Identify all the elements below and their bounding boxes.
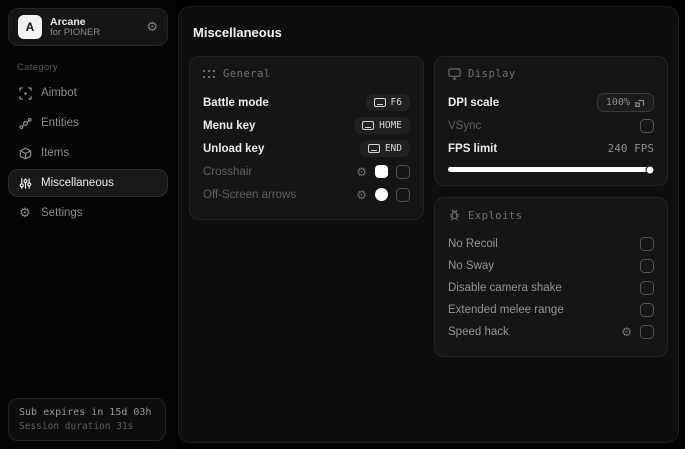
sidebar-item-label: Settings (41, 207, 83, 219)
setting-label: Unload key (203, 142, 265, 155)
setting-row-no-sway: No Sway (448, 255, 654, 277)
keyboard-icon (367, 144, 380, 153)
sidebar-item-miscellaneous[interactable]: Miscellaneous (8, 169, 168, 197)
sidebar-item-settings[interactable]: ⚙ Settings (8, 199, 168, 227)
keyboard-icon (362, 121, 375, 130)
setting-row-battle-mode: Battle mode F6 (203, 91, 410, 114)
keybind-badge[interactable]: HOME (354, 117, 410, 134)
sidebar-item-entities[interactable]: Entities (8, 109, 168, 137)
setting-label: FPS limit (448, 142, 498, 155)
setting-label: Extended melee range (448, 304, 564, 316)
setting-row-no-recoil: No Recoil (448, 233, 654, 255)
setting-row-vsync: VSync (448, 114, 654, 137)
sidebar-item-label: Miscellaneous (41, 177, 114, 189)
fps-limit-slider[interactable] (448, 165, 655, 174)
sidebar-item-items[interactable]: Items (8, 139, 168, 167)
disable-camera-shake-checkbox[interactable] (640, 281, 654, 295)
grid-dots-icon (203, 69, 216, 79)
setting-row-speed-hack: Speed hack ⚙ (448, 321, 654, 343)
setting-label: No Sway (448, 260, 495, 272)
card-title: Display (468, 68, 516, 80)
sidebar-item-label: Aimbot (41, 87, 77, 99)
sliders-icon (18, 176, 32, 190)
keybind-badge[interactable]: F6 (365, 94, 410, 111)
setting-row-offscreen-arrows: Off-Screen arrows ⚙ (203, 183, 410, 206)
gear-icon[interactable]: ⚙ (356, 189, 367, 201)
setting-label: VSync (448, 119, 482, 132)
sidebar-item-label: Entities (41, 117, 79, 129)
setting-label: DPI scale (448, 96, 500, 109)
app-logo: A (18, 15, 42, 39)
color-swatch[interactable] (375, 165, 388, 178)
category-label: Category (17, 62, 58, 73)
gear-icon: ⚙ (19, 205, 31, 221)
sidebar-nav: Aimbot Entities Items Miscellaneous ⚙ Se… (8, 79, 168, 227)
color-swatch[interactable] (375, 188, 388, 201)
setting-label: Battle mode (203, 96, 269, 109)
page-title: Miscellaneous (193, 25, 282, 40)
fps-limit-value: 240 FPS (607, 142, 654, 155)
monitor-icon (448, 68, 461, 80)
sidebar: A Arcane for PIONER ⚙ Category Aimbot En… (0, 0, 176, 449)
extended-melee-range-checkbox[interactable] (640, 303, 654, 317)
setting-label: Speed hack (448, 326, 509, 338)
setting-row-disable-camera-shake: Disable camera shake (448, 277, 654, 299)
card-title: Exploits (468, 209, 523, 222)
sub-expiry-text: Sub expires in 15d 03h (19, 407, 152, 418)
general-card: General Battle mode F6 Menu key HOME Unl… (189, 56, 424, 220)
setting-label: Disable camera shake (448, 282, 562, 294)
slider-knob[interactable] (645, 165, 655, 174)
setting-label: No Recoil (448, 238, 498, 250)
setting-row-menu-key: Menu key HOME (203, 114, 410, 137)
scale-icon (635, 99, 645, 107)
vsync-checkbox[interactable] (640, 118, 654, 133)
setting-label: Menu key (203, 119, 256, 132)
no-sway-checkbox[interactable] (640, 259, 654, 273)
keyboard-icon (373, 98, 386, 107)
gear-icon[interactable]: ⚙ (356, 166, 367, 178)
setting-row-crosshair: Crosshair ⚙ (203, 160, 410, 183)
speed-hack-checkbox[interactable] (640, 325, 654, 339)
subscription-info: Sub expires in 15d 03h Session duration … (8, 398, 166, 441)
setting-row-fps-limit: FPS limit 240 FPS (448, 137, 654, 160)
gear-icon[interactable]: ⚙ (621, 326, 632, 338)
keybind-badge[interactable]: END (359, 140, 410, 157)
setting-row-extended-melee-range: Extended melee range (448, 299, 654, 321)
session-duration-text: Session duration 31s (19, 421, 134, 432)
entities-icon (18, 116, 32, 130)
brand-header: A Arcane for PIONER ⚙ (8, 8, 168, 46)
slider-fill (448, 167, 654, 172)
bug-icon (448, 209, 461, 222)
settings-gear-icon[interactable]: ⚙ (146, 21, 158, 34)
app-subtitle: for PIONER (50, 26, 101, 38)
main-panel: Miscellaneous General Battle mode F6 Men… (178, 6, 679, 443)
setting-row-unload-key: Unload key END (203, 137, 410, 160)
sidebar-item-aimbot[interactable]: Aimbot (8, 79, 168, 107)
dpi-scale-selector[interactable]: 100% (596, 93, 654, 112)
crosshair-checkbox[interactable] (396, 164, 410, 179)
display-card: Display DPI scale 100% VSync FPS limit 2… (434, 56, 668, 186)
crosshair-icon (18, 86, 32, 100)
setting-label: Off-Screen arrows (203, 188, 297, 201)
package-icon (18, 146, 32, 160)
setting-label: Crosshair (203, 165, 253, 178)
offscreen-arrows-checkbox[interactable] (396, 187, 410, 202)
app-name: Arcane (50, 15, 86, 28)
card-title: General (223, 68, 271, 80)
setting-row-dpi-scale: DPI scale 100% (448, 91, 654, 114)
sidebar-item-label: Items (41, 147, 70, 159)
exploits-card: Exploits No Recoil No Sway Disable camer… (434, 197, 668, 357)
no-recoil-checkbox[interactable] (640, 237, 654, 251)
